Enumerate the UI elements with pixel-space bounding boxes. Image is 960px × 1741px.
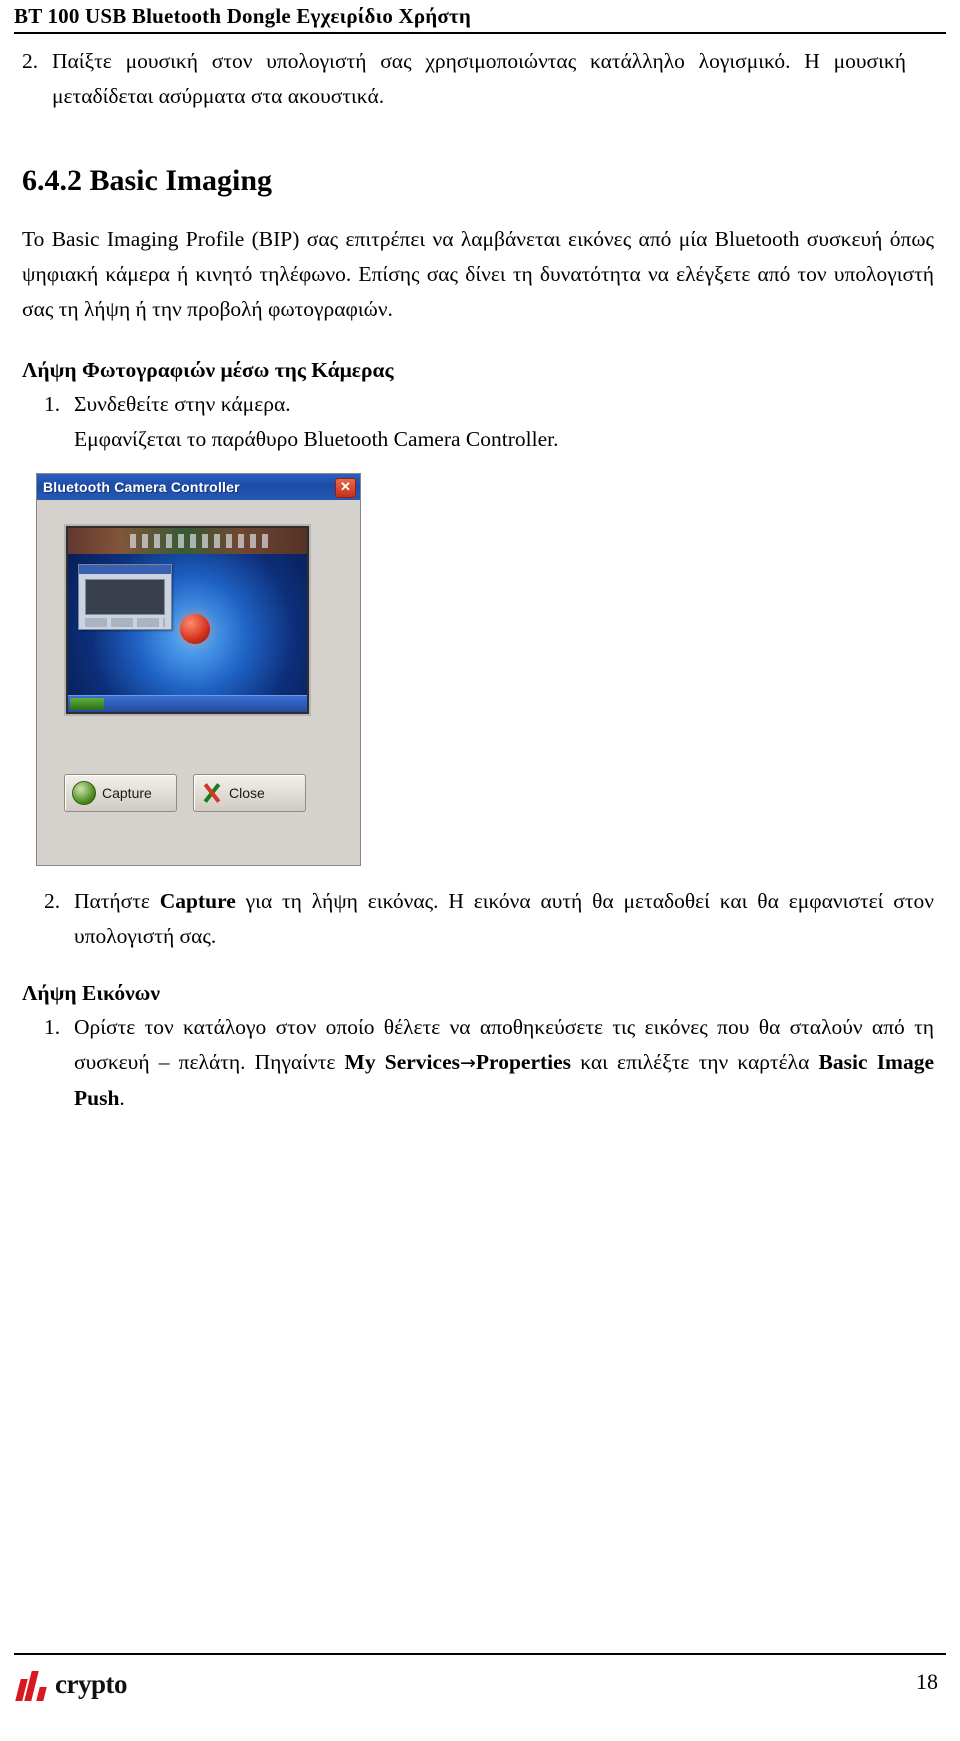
figure-bluetooth-camera-controller: Bluetooth Camera Controller ✕ Capture Cl… — [36, 473, 361, 866]
camera-step-1-subtext: Εμφανίζεται το παράθυρο Bluetooth Camera… — [74, 427, 559, 451]
page-content: 2. Παίξτε μουσική στον υπολογιστή σας χρ… — [0, 44, 960, 1116]
figure-window-title: Bluetooth Camera Controller — [43, 479, 240, 495]
close-button-label: Close — [229, 785, 265, 801]
page-header: BT 100 USB Bluetooth Dongle Εγχειρίδιο Χ… — [0, 4, 960, 34]
camera-step-2-bold-capture: Capture — [159, 889, 236, 913]
images-step-1-text-c: . — [119, 1086, 125, 1110]
camera-step-1: 1. Συνδεθείτε στην κάμερα. — [22, 387, 934, 422]
images-step-1-number: 1. — [44, 1015, 61, 1039]
capture-button[interactable]: Capture — [64, 774, 177, 812]
preview-icon-row — [130, 534, 269, 548]
close-icon[interactable]: ✕ — [335, 478, 356, 498]
subheading-camera-capture: Λήψη Φωτογραφιών μέσω της Κάμερας — [22, 358, 394, 382]
images-step-1-bold-properties: Properties — [475, 1050, 572, 1074]
page-footer: crypto 18 — [0, 1653, 960, 1713]
arrow-right-icon: → — [459, 1052, 476, 1074]
subheading-image-receive: Λήψη Εικόνων — [22, 981, 160, 1005]
list-item-text: Παίξτε μουσική στον υπολογιστή σας χρησι… — [52, 49, 906, 108]
intro-paragraph: To Basic Imaging Profile (BIP) σας επιτρ… — [22, 227, 934, 321]
camera-step-2-number: 2. — [44, 889, 61, 913]
figure-window-titlebar: Bluetooth Camera Controller ✕ — [37, 474, 360, 500]
camera-step-2: 2. Πατήστε Capture για τη λήψη εικόνας. … — [22, 884, 934, 954]
camera-step-2-text-a: Πατήστε — [74, 889, 160, 913]
footer-divider — [14, 1653, 946, 1655]
images-step-1: 1. Ορίστε τον κατάλογο στον οποίο θέλετε… — [22, 1010, 934, 1116]
preview-inner-window-content — [85, 579, 165, 615]
images-step-1-bold-my-services: My Services — [344, 1050, 460, 1074]
preview-inner-window — [78, 564, 172, 630]
preview-taskbar — [68, 695, 307, 712]
crypto-logo: crypto — [15, 1667, 127, 1701]
preview-color-strip — [68, 528, 307, 554]
preview-inner-window-buttons — [85, 618, 165, 627]
list-item-number: 2. — [22, 49, 39, 73]
crypto-logo-icon — [15, 1667, 48, 1701]
close-button[interactable]: Close — [193, 774, 306, 812]
images-step-1-text-b: και επιλέξτε την καρτέλα — [571, 1050, 819, 1074]
section-heading: 6.4.2 Basic Imaging — [22, 164, 273, 197]
preview-start-button — [70, 698, 104, 710]
crypto-logo-text: crypto — [55, 1668, 127, 1699]
preview-desktop-image — [68, 528, 307, 712]
capture-icon — [72, 781, 96, 805]
header-title: BT 100 USB Bluetooth Dongle Εγχειρίδιο Χ… — [14, 4, 472, 28]
camera-step-1-text: Συνδεθείτε στην κάμερα. — [74, 392, 291, 416]
camera-preview-area — [64, 524, 311, 716]
close-scissors-icon — [201, 782, 223, 804]
preview-orb-shape — [180, 614, 210, 644]
figure-button-row: Capture Close — [64, 774, 306, 812]
capture-button-label: Capture — [102, 785, 152, 801]
camera-step-1-number: 1. — [44, 392, 61, 416]
header-divider — [14, 32, 946, 34]
document-page: BT 100 USB Bluetooth Dongle Εγχειρίδιο Χ… — [0, 0, 960, 1741]
list-item-step-2: 2. Παίξτε μουσική στον υπολογιστή σας χρ… — [0, 44, 932, 114]
figure-window-body: Capture Close — [37, 500, 360, 865]
page-number: 18 — [916, 1669, 938, 1694]
